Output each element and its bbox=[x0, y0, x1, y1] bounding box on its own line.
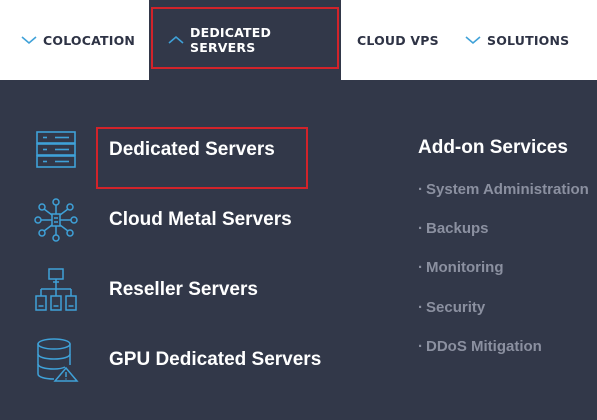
bullet-icon: · bbox=[418, 338, 423, 355]
nav-cloud-vps[interactable]: CLOUD VPS bbox=[357, 0, 439, 80]
bullet-icon: · bbox=[418, 259, 423, 276]
nav-colocation-label: COLOCATION bbox=[43, 32, 136, 48]
database-warning-icon bbox=[37, 338, 79, 382]
addon-item-label: DDoS Mitigation bbox=[426, 338, 542, 355]
addon-item-system-administration[interactable]: · System Administration bbox=[418, 181, 589, 198]
top-navigation: COLOCATION DEDICATED SERVERS CLOUD VPS S… bbox=[0, 0, 597, 80]
menu-item-dedicated-servers-label: Dedicated Servers bbox=[109, 139, 275, 160]
menu-item-cloud-metal-servers-label: Cloud Metal Servers bbox=[109, 209, 292, 230]
nav-dedicated-servers[interactable]: DEDICATED SERVERS bbox=[149, 0, 341, 80]
bullet-icon: · bbox=[418, 299, 423, 316]
menu-item-reseller-servers[interactable]: Reseller Servers bbox=[33, 267, 258, 313]
addon-item-security[interactable]: · Security bbox=[418, 299, 485, 316]
menu-item-cloud-metal-servers[interactable]: Cloud Metal Servers bbox=[33, 197, 292, 243]
addon-item-backups[interactable]: · Backups bbox=[418, 220, 489, 237]
nav-solutions-label: SOLUTIONS bbox=[487, 32, 570, 48]
menu-item-gpu-dedicated-servers[interactable]: GPU Dedicated Servers bbox=[33, 337, 321, 383]
addon-item-label: Backups bbox=[426, 220, 489, 237]
server-rack-icon bbox=[36, 131, 76, 168]
network-hub-icon bbox=[34, 198, 78, 242]
menu-item-dedicated-servers[interactable]: Dedicated Servers bbox=[33, 127, 275, 173]
addon-item-label: Security bbox=[426, 299, 486, 316]
nav-cloud-vps-label: CLOUD VPS bbox=[357, 32, 439, 48]
hierarchy-icon bbox=[35, 268, 77, 311]
menu-item-reseller-servers-label: Reseller Servers bbox=[109, 279, 258, 300]
addon-item-monitoring[interactable]: · Monitoring bbox=[418, 259, 503, 276]
chevron-up-icon bbox=[168, 35, 184, 44]
bullet-icon: · bbox=[418, 220, 423, 237]
nav-dedicated-servers-label: DEDICATED SERVERS bbox=[190, 25, 272, 55]
menu-item-gpu-dedicated-servers-label: GPU Dedicated Servers bbox=[109, 349, 322, 370]
bullet-icon: · bbox=[418, 181, 423, 198]
nav-colocation[interactable]: COLOCATION bbox=[21, 0, 135, 80]
chevron-down-icon bbox=[21, 36, 37, 45]
addon-services-heading: Add-on Services bbox=[418, 137, 568, 158]
addon-item-ddos-mitigation[interactable]: · DDoS Mitigation bbox=[418, 338, 542, 355]
chevron-down-icon bbox=[465, 36, 481, 45]
addon-item-label: Monitoring bbox=[426, 259, 504, 276]
nav-solutions[interactable]: SOLUTIONS bbox=[465, 0, 569, 80]
addon-item-label: System Administration bbox=[426, 181, 589, 198]
